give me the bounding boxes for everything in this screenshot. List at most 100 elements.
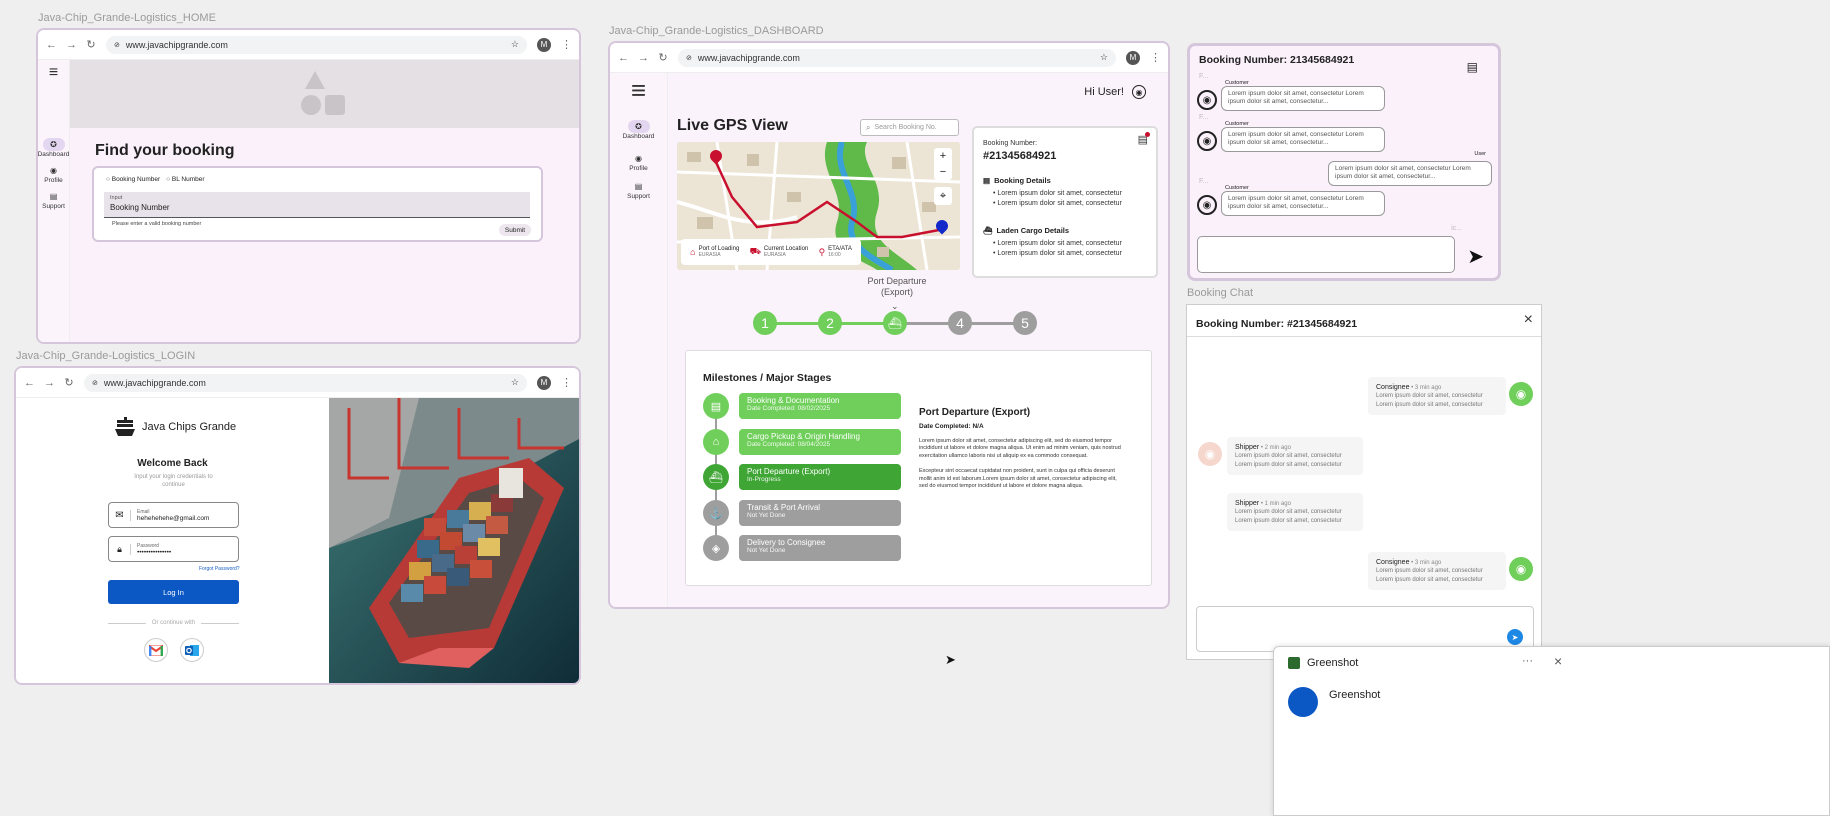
rail-support[interactable]: ▤ Support [42, 190, 65, 210]
close-icon[interactable]: × [1524, 311, 1533, 329]
send-icon[interactable]: ➤ [1507, 629, 1523, 645]
hero-image-placeholder [70, 60, 579, 128]
outlook-icon [185, 644, 199, 656]
forward-icon[interactable]: → [66, 39, 77, 51]
frame-label-home: Java-Chip_Grande-Logistics_HOME [38, 12, 216, 24]
back-icon[interactable]: ← [46, 39, 57, 51]
milestone-item[interactable]: ⛴ Port Departure (Export) In-Progress [703, 464, 901, 490]
submit-button[interactable]: Submit [499, 224, 531, 236]
rail-support[interactable]: ▤ Support [627, 180, 650, 200]
login-button[interactable]: Log In [108, 580, 239, 604]
zoom-in-button[interactable]: + [934, 148, 952, 164]
chat-title: Booking Number: #21345684921 [1196, 318, 1358, 330]
customer-avatar-icon: ◉ [1197, 195, 1217, 215]
account-icon[interactable]: ◉ [1132, 85, 1146, 99]
forgot-password-link[interactable]: Forgot Password? [199, 566, 240, 572]
more-options-icon[interactable]: ··· [1522, 655, 1533, 667]
rail-dashboard-label: Dashboard [37, 151, 70, 158]
reload-icon[interactable]: ↻ [64, 376, 74, 389]
milestone-item[interactable]: ◈ Delivery to Consignee Not Yet Done [703, 535, 901, 561]
milestone-title: Cargo Pickup & Origin Handling [747, 432, 860, 441]
url-bar[interactable]: ⊘ www.javachipgrande.com ☆ [106, 35, 527, 54]
chat-icon[interactable]: ▤ [1138, 132, 1150, 146]
current-stage-label: Port Departure (Export) [867, 276, 927, 298]
laden-details-list: • Lorem ipsum dolor sit amet, consectetu… [983, 239, 1122, 259]
star-icon[interactable]: ☆ [1100, 52, 1108, 63]
message-text: Lorem ipsum dolor sit amet, consectetur … [1235, 453, 1342, 468]
rail-profile-label: Profile [44, 177, 63, 184]
truck-icon: ⛟ [749, 246, 761, 256]
rail-profile[interactable]: ◉ Profile [43, 164, 65, 184]
rail-dashboard[interactable]: ✪ Dashboard [623, 120, 654, 140]
chat-icon[interactable]: ▤ [1467, 60, 1478, 74]
chat-message: Shipper • 2 min ago Lorem ipsum dolor si… [1227, 437, 1363, 475]
package-icon: ◈ [703, 535, 729, 561]
message-bubble: Lorem ipsum dolor sit amet, consectetur … [1221, 86, 1385, 111]
milestone-item[interactable]: ⌂ Cargo Pickup & Origin Handling Date Com… [703, 429, 901, 455]
mail-icon: ✉ [109, 509, 131, 521]
chat-input[interactable] [1197, 236, 1455, 273]
nav-rail: ≡ ✪ Dashboard ◉ Profile ▤ Support [38, 60, 70, 342]
bullet-text: Lorem ipsum dolor sit amet, consectetur [997, 190, 1122, 197]
close-icon[interactable]: × [1554, 653, 1562, 669]
send-icon[interactable]: ➤ [1467, 244, 1484, 269]
reload-icon[interactable]: ↻ [658, 51, 668, 64]
booking-number-label: Booking Number: [983, 140, 1038, 147]
bullet-text: Lorem ipsum dolor sit amet, consectetur [997, 249, 1122, 257]
rail-dashboard[interactable]: ✪ Dashboard [37, 138, 70, 158]
back-icon[interactable]: ← [618, 52, 629, 64]
message-text: Lorem ipsum dolor sit amet, consectetur … [1376, 393, 1483, 408]
booking-input-label: Input [110, 195, 123, 201]
greeting-text: Hi User! [1084, 86, 1124, 98]
laden-details-title: Laden Cargo Details [996, 226, 1070, 235]
booking-search-input[interactable]: ⌕ Search Booking No. [860, 119, 959, 136]
detail-paragraph: Lorem ipsum dolor sit amet, consectetur … [919, 438, 1121, 459]
step-3-ship-icon[interactable]: ⛴ [883, 311, 907, 335]
browser-toolbar-dashboard: ← → ↻ ⊘ www.javachipgrande.com ☆ M ⋮ [610, 43, 1168, 73]
zoom-out-button[interactable]: − [934, 164, 952, 180]
ship-logo-icon [115, 417, 135, 436]
image-placeholder-icon [300, 71, 345, 115]
milestone-title: Port Departure (Export) [747, 467, 831, 476]
list-item: • Lorem ipsum dolor sit amet, consectetu… [993, 240, 1122, 247]
chat-message: Shipper • 1 min ago Lorem ipsum dolor si… [1227, 493, 1363, 531]
milestone-item[interactable]: ⚓ Transit & Port Arrival Not Yet Done [703, 500, 901, 526]
profile-avatar[interactable]: M [537, 375, 551, 390]
step-5[interactable]: 5 [1013, 311, 1037, 335]
reload-icon[interactable]: ↻ [86, 38, 96, 51]
notification-app-name: Greenshot [1307, 657, 1359, 669]
step-1[interactable]: 1 [753, 311, 777, 335]
gmail-button[interactable] [144, 638, 168, 662]
customer-avatar-icon: ◉ [1197, 90, 1217, 110]
profile-avatar[interactable]: M [1126, 50, 1140, 65]
consignee-avatar-icon: ◉ [1509, 557, 1533, 581]
detail-date: Date Completed: N/A [919, 423, 984, 430]
forward-icon[interactable]: → [44, 377, 55, 389]
star-icon[interactable]: ☆ [511, 377, 519, 388]
url-bar[interactable]: ⊘ www.javachipgrande.com ☆ [84, 373, 527, 392]
outlook-button[interactable] [180, 638, 204, 662]
star-icon[interactable]: ☆ [511, 39, 519, 50]
menu-dots-icon[interactable]: ⋮ [561, 38, 572, 51]
hamburger-icon[interactable]: ≡ [49, 64, 58, 82]
chat-title: Booking Number: 21345684921 [1199, 54, 1355, 66]
step-4[interactable]: 4 [948, 311, 972, 335]
rail-profile[interactable]: ◉ Profile [628, 152, 650, 172]
step-2[interactable]: 2 [818, 311, 842, 335]
locate-icon[interactable]: ⌖ [934, 187, 952, 205]
consignee-avatar-icon: ◉ [1509, 382, 1533, 406]
gps-map[interactable]: + − ⌖ ⌂ Port of Loading EURASIA ⛟ Current… [677, 142, 960, 270]
hamburger-icon[interactable]: ≡ [631, 75, 646, 106]
url-bar[interactable]: ⊘ www.javachipgrande.com ☆ [678, 48, 1116, 67]
radio-bl-number[interactable]: ○ BL Number [166, 176, 204, 183]
forward-icon[interactable]: → [638, 52, 649, 64]
milestone-item[interactable]: ▤ Booking & Documentation Date Completed:… [703, 393, 901, 419]
back-icon[interactable]: ← [24, 377, 35, 389]
booking-input[interactable]: Input Booking Number [104, 192, 530, 218]
menu-dots-icon[interactable]: ⋮ [1150, 51, 1161, 64]
menu-dots-icon[interactable]: ⋮ [561, 376, 572, 389]
profile-avatar[interactable]: M [537, 37, 551, 52]
radio-booking-number[interactable]: ○ Booking Number [106, 176, 160, 183]
password-field[interactable]: 🔒︎ Password ••••••••••••••• [108, 536, 239, 562]
email-field[interactable]: ✉ Email hehehehehe@gmail.com [108, 502, 239, 528]
